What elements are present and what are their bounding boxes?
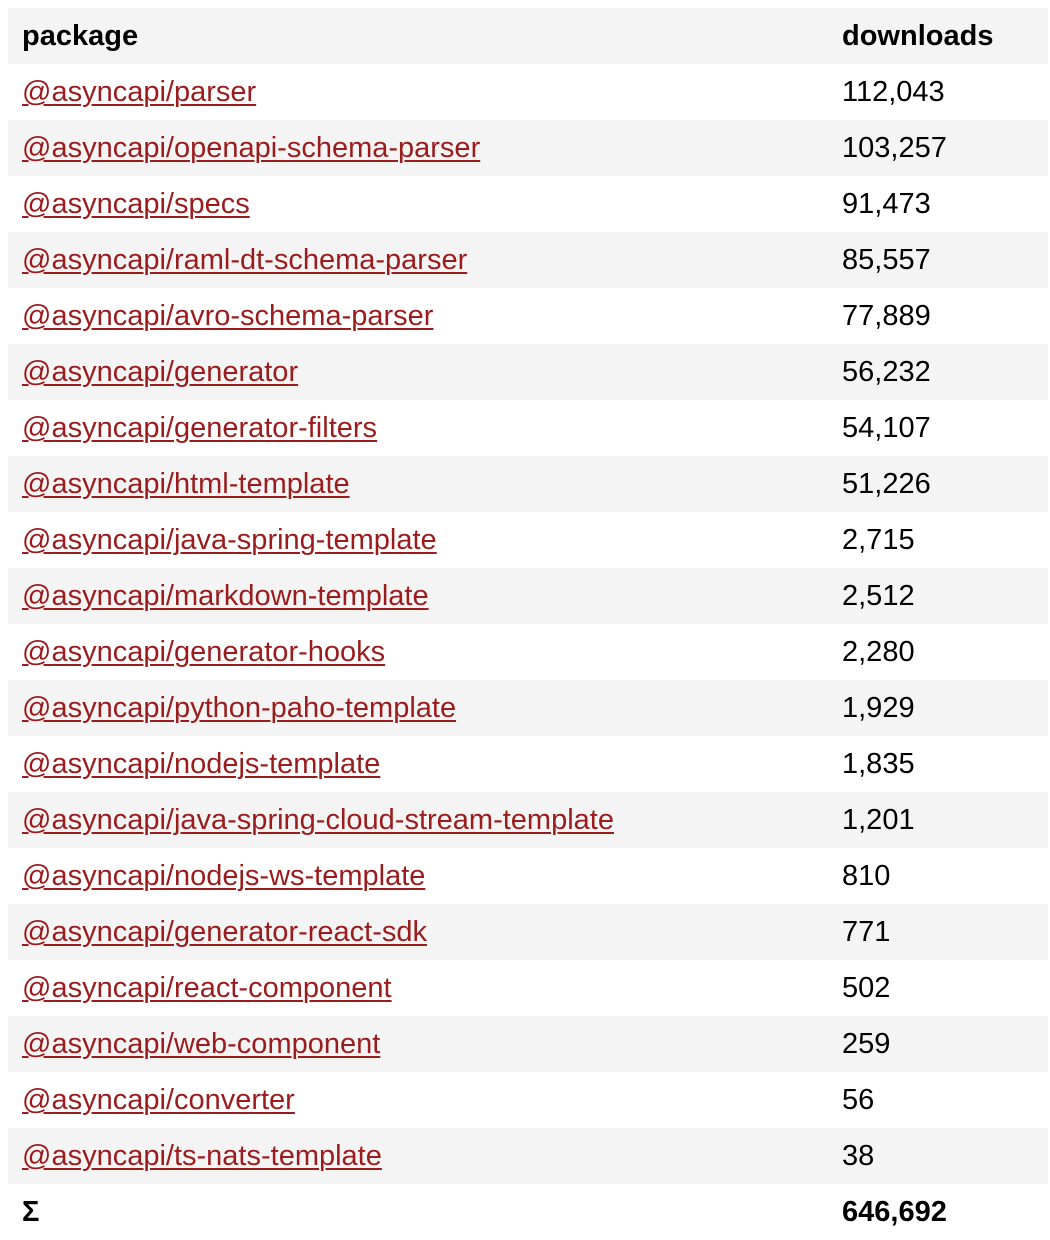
table-row: @asyncapi/generator-react-sdk 771 [8,904,1048,960]
downloads-cell: 2,512 [842,579,915,612]
package-cell: @asyncapi/java-spring-cloud-stream-templ… [8,792,828,848]
header-downloads: downloads [842,19,994,52]
downloads-cell: 502 [842,971,891,1004]
package-link[interactable]: @asyncapi/python-paho-template [22,692,456,724]
package-cell: @asyncapi/specs [8,176,828,232]
package-cell: @asyncapi/nodejs-template [8,736,828,792]
package-cell: @asyncapi/java-spring-template [8,512,828,568]
table-row: @asyncapi/react-component 502 [8,960,1048,1016]
package-link[interactable]: @asyncapi/java-spring-cloud-stream-templ… [22,804,614,836]
downloads-cell: 771 [842,915,891,948]
table-body: @asyncapi/parser 112,043 @asyncapi/openapi… [8,64,1048,1184]
table-row: @asyncapi/html-template 51,226 [8,456,1048,512]
table-row: @asyncapi/generator 56,232 [8,344,1048,400]
package-link[interactable]: @asyncapi/generator [22,356,298,388]
package-link[interactable]: @asyncapi/html-template [22,468,350,500]
header-package: package [22,19,139,52]
table-row: @asyncapi/java-spring-cloud-stream-templ… [8,792,1048,848]
package-link[interactable]: @asyncapi/markdown-template [22,580,429,612]
package-link[interactable]: @asyncapi/ts-nats-template [22,1140,382,1172]
package-link[interactable]: @asyncapi/nodejs-ws-template [22,860,425,892]
downloads-cell: 91,473 [842,187,931,220]
downloads-cell: 54,107 [842,411,931,444]
package-cell: @asyncapi/generator-hooks [8,624,828,680]
total-label: Σ [8,1184,828,1240]
package-link[interactable]: @asyncapi/openapi-schema-parser [22,132,480,164]
package-link[interactable]: @asyncapi/java-spring-template [22,524,437,556]
downloads-cell: 2,715 [842,523,915,556]
downloads-cell: 56,232 [842,355,931,388]
table-row: @asyncapi/generator-hooks 2,280 [8,624,1048,680]
downloads-cell: 112,043 [842,75,945,108]
package-cell: @asyncapi/generator-react-sdk [8,904,828,960]
table-row: @asyncapi/converter 56 [8,1072,1048,1128]
table-row: @asyncapi/generator-filters 54,107 [8,400,1048,456]
downloads-cell: 38 [842,1139,875,1172]
total-row: Σ 646,692 [8,1184,1048,1240]
downloads-cell: 77,889 [842,299,931,332]
table-row: @asyncapi/raml-dt-schema-parser 85,557 [8,232,1048,288]
downloads-cell: 810 [842,859,891,892]
downloads-cell: 259 [842,1027,891,1060]
table-row: @asyncapi/ts-nats-template 38 [8,1128,1048,1184]
package-link[interactable]: @asyncapi/web-component [22,1028,380,1060]
downloads-cell: 2,280 [842,635,915,668]
package-cell: @asyncapi/nodejs-ws-template [8,848,828,904]
package-cell: @asyncapi/python-paho-template [8,680,828,736]
header-row: package downloads [8,8,1048,64]
package-link[interactable]: @asyncapi/converter [22,1084,295,1116]
package-link[interactable]: @asyncapi/parser [22,76,256,108]
package-cell: @asyncapi/markdown-template [8,568,828,624]
package-cell: @asyncapi/raml-dt-schema-parser [8,232,828,288]
table-row: @asyncapi/web-component 259 [8,1016,1048,1072]
package-cell: @asyncapi/ts-nats-template [8,1128,828,1184]
downloads-cell: 56 [842,1083,875,1116]
table-row: @asyncapi/specs 91,473 [8,176,1048,232]
package-link[interactable]: @asyncapi/generator-hooks [22,636,385,668]
package-cell: @asyncapi/generator [8,344,828,400]
package-downloads-table: package downloads @asyncapi/parser 112,04… [8,8,1048,1240]
package-cell: @asyncapi/react-component [8,960,828,1016]
downloads-cell: 1,929 [842,691,915,724]
total-downloads: 646,692 [828,1184,1048,1240]
table-row: @asyncapi/nodejs-template 1,835 [8,736,1048,792]
table-row: @asyncapi/parser 112,043 [8,64,1048,120]
package-link[interactable]: @asyncapi/raml-dt-schema-parser [22,244,467,276]
package-link[interactable]: @asyncapi/avro-schema-parser [22,300,433,332]
package-cell: @asyncapi/html-template [8,456,828,512]
table-row: @asyncapi/avro-schema-parser 77,889 [8,288,1048,344]
package-link[interactable]: @asyncapi/generator-filters [22,412,377,444]
table-row: @asyncapi/openapi-schema-parser 103,257 [8,120,1048,176]
table-row: @asyncapi/java-spring-template 2,715 [8,512,1048,568]
downloads-cell: 85,557 [842,243,931,276]
package-cell: @asyncapi/web-component [8,1016,828,1072]
package-link[interactable]: @asyncapi/react-component [22,972,392,1004]
package-link[interactable]: @asyncapi/generator-react-sdk [22,916,427,948]
package-cell: @asyncapi/parser [8,64,828,120]
package-link[interactable]: @asyncapi/specs [22,188,250,220]
package-cell: @asyncapi/avro-schema-parser [8,288,828,344]
table-row: @asyncapi/python-paho-template 1,929 [8,680,1048,736]
downloads-cell: 51,226 [842,467,931,500]
package-link[interactable]: @asyncapi/nodejs-template [22,748,380,780]
package-cell: @asyncapi/generator-filters [8,400,828,456]
package-cell: @asyncapi/converter [8,1072,828,1128]
downloads-cell: 1,835 [842,747,915,780]
package-cell: @asyncapi/openapi-schema-parser [8,120,828,176]
table-row: @asyncapi/markdown-template 2,512 [8,568,1048,624]
table-row: @asyncapi/nodejs-ws-template 810 [8,848,1048,904]
downloads-cell: 103,257 [842,131,947,164]
downloads-cell: 1,201 [842,803,915,836]
